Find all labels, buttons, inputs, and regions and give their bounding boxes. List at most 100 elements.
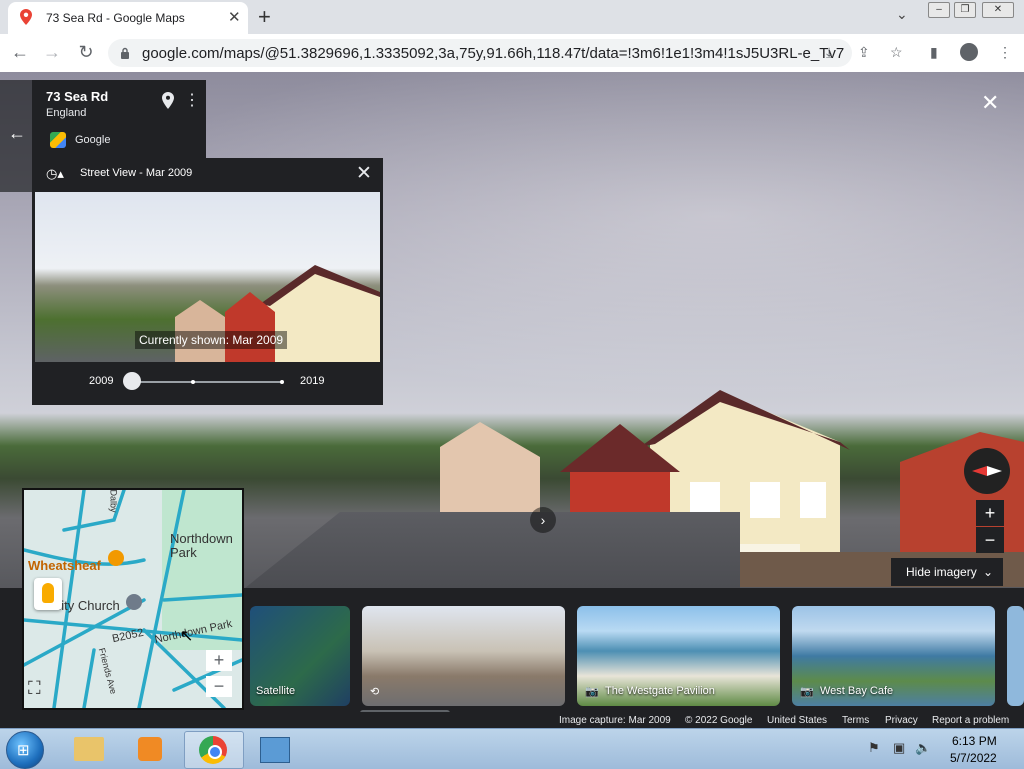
map-label-church: nity Church (54, 598, 120, 613)
place-title: 73 Sea Rd (46, 89, 109, 104)
bookmark-star-icon[interactable]: ☆ (890, 44, 903, 61)
mouse-cursor-icon: ↖ (180, 628, 194, 645)
year-end: 2019 (300, 375, 325, 387)
copyright: © 2022 Google (685, 715, 753, 726)
mini-map[interactable]: Northdown Park Wheatsheaf nity Church B2… (22, 488, 244, 710)
map-label-road: Dalby (108, 489, 119, 513)
year-slider-track[interactable] (132, 381, 282, 383)
browser-menu-icon[interactable]: ⋮ (998, 44, 1012, 61)
map-footer: Image capture: Mar 2009 © 2022 Google Un… (0, 712, 1024, 728)
street-view-panorama[interactable]: ← 73 Sea Rd England ⋮ Google ✕ ◷▴ Street… (0, 72, 1024, 728)
control-panel-icon (260, 737, 290, 763)
close-street-view-icon[interactable]: ✕ (981, 90, 999, 116)
new-tab-plus-icon[interactable]: + (258, 4, 271, 30)
camera-icon: 📷 (585, 686, 599, 698)
compass-needle (972, 466, 1002, 476)
windows-logo-icon: ⊞ (17, 742, 30, 759)
time-machine-caption: Currently shown: Mar 2009 (135, 331, 288, 349)
expand-map-icon[interactable]: ⛶ (28, 678, 41, 699)
zoom-out-button[interactable]: − (976, 527, 1004, 553)
restaurant-pin-icon (108, 550, 124, 566)
tab-google-maps[interactable]: 73 Sea Rd - Google Maps ✕ (8, 2, 248, 34)
taskbar-chrome[interactable] (184, 731, 244, 769)
time-machine-preview[interactable]: Currently shown: Mar 2009 (35, 192, 380, 362)
more-options-icon[interactable]: ⋮ (184, 90, 200, 110)
back-arrow-icon[interactable]: ← (8, 123, 26, 144)
lock-icon[interactable] (120, 47, 130, 62)
360-rotate-icon: ⟲ (370, 686, 380, 698)
map-label-park: Northdown Park (170, 531, 233, 560)
imagery-card-satellite[interactable]: Satellite (250, 606, 350, 706)
privacy-link[interactable]: Privacy (885, 715, 918, 726)
provider-name: Google (75, 134, 111, 146)
clock-time[interactable]: 6:13 PM (952, 734, 997, 748)
history-clock-icon[interactable]: ◷▴ (46, 166, 64, 182)
side-panel-icon[interactable]: ▮ (930, 44, 938, 61)
navigate-forward-arrow-icon[interactable]: › (530, 507, 556, 533)
time-machine-label: Street View - Mar 2009 (80, 167, 193, 179)
imagery-card-street-view[interactable]: ⟲ (362, 606, 565, 706)
map-pin-icon[interactable] (162, 92, 174, 113)
media-player-icon (138, 737, 162, 761)
road (240, 512, 740, 592)
url-text: google.com/maps/@51.3829696,1.3335092,3a… (142, 45, 844, 62)
network-icon[interactable]: ▣ (893, 740, 905, 756)
share-icon[interactable]: ⇪ (858, 44, 870, 61)
forward-arrow-icon[interactable]: → (40, 42, 64, 63)
back-arrow-icon[interactable]: ← (8, 42, 32, 63)
place-subtitle: England (46, 107, 87, 119)
folder-icon (74, 737, 104, 761)
imagery-card-westgate-pavilion[interactable]: 📷 The Westgate Pavilion (577, 606, 780, 706)
pegman-button[interactable] (34, 578, 62, 610)
clock-date[interactable]: 5/7/2022 (950, 751, 997, 765)
camera-icon: 📷 (800, 686, 814, 698)
time-machine-close-icon[interactable]: ✕ (356, 162, 372, 185)
place-of-worship-pin-icon (126, 594, 142, 610)
hide-imagery-label: Hide imagery (906, 565, 977, 579)
card-label: The Westgate Pavilion (605, 685, 715, 697)
windows-taskbar: ⊞ ⚑ ▣ 🔈 6:13 PM 5/7/2022 (0, 728, 1024, 769)
action-center-flag-icon[interactable]: ⚑ (868, 740, 880, 756)
google-maps-logo-icon (50, 132, 66, 148)
map-label-wheatsheaf: Wheatsheaf (28, 558, 101, 573)
taskbar-media-player[interactable] (122, 731, 180, 767)
country-link[interactable]: United States (767, 715, 827, 726)
zoom-in-button[interactable]: + (976, 500, 1004, 526)
map-zoom-out-button[interactable]: − (206, 676, 232, 697)
volume-icon[interactable]: 🔈 (915, 740, 931, 756)
taskbar-explorer[interactable] (60, 731, 118, 767)
hide-imagery-button[interactable]: Hide imagery ⌄ (891, 558, 1003, 586)
year-start: 2009 (89, 375, 114, 387)
tab-close-icon[interactable]: ✕ (228, 8, 241, 26)
close-window-button[interactable]: ✕ (982, 2, 1014, 18)
slider-tick[interactable] (191, 380, 195, 384)
reload-icon[interactable]: ↻ (74, 42, 98, 63)
imagery-card-more[interactable] (1007, 606, 1024, 706)
report-problem-link[interactable]: Report a problem (932, 715, 1009, 726)
card-label: Satellite (256, 685, 296, 697)
install-app-icon[interactable]: ⤓ (826, 44, 832, 61)
maps-pin-icon (20, 9, 32, 25)
profile-avatar[interactable] (960, 43, 978, 61)
year-slider-thumb[interactable] (123, 372, 141, 390)
compass-icon[interactable] (964, 448, 1010, 494)
tab-title: 73 Sea Rd - Google Maps (46, 11, 185, 25)
chevron-down-icon: ⌄ (983, 565, 994, 579)
slider-tick[interactable] (280, 380, 284, 384)
tab-search-chevron-icon[interactable]: ⌄ (896, 6, 908, 23)
restore-window-button[interactable]: ❐ (954, 2, 976, 18)
start-button[interactable]: ⊞ (6, 731, 44, 769)
terms-link[interactable]: Terms (842, 715, 869, 726)
taskbar-control-panel[interactable] (246, 731, 304, 767)
minimize-window-button[interactable]: – (928, 2, 950, 18)
pegman-icon (42, 583, 54, 603)
imagery-card-west-bay-cafe[interactable]: 📷 West Bay Cafe (792, 606, 995, 706)
chrome-icon-center (208, 745, 222, 759)
tab-bar: 73 Sea Rd - Google Maps ✕ + ⌄ – ❐ ✕ (0, 0, 1024, 34)
address-bar[interactable]: google.com/maps/@51.3829696,1.3335092,3a… (108, 39, 852, 67)
browser-toolbar: ← → ↻ google.com/maps/@51.3829696,1.3335… (0, 34, 1024, 73)
card-label: West Bay Cafe (820, 685, 894, 697)
map-zoom-in-button[interactable]: + (206, 650, 232, 671)
image-capture-date: Image capture: Mar 2009 (559, 715, 671, 726)
time-machine-panel: ◷▴ Street View - Mar 2009 ✕ Currently sh… (32, 158, 383, 405)
